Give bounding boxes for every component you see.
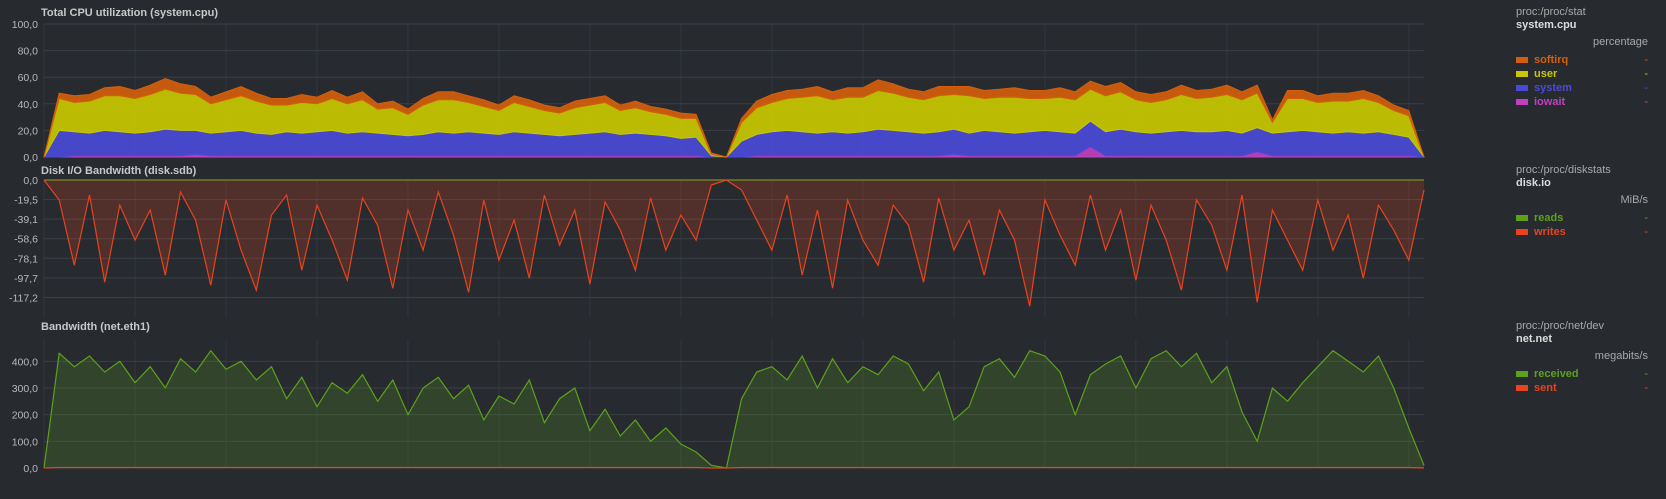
y-tick-label: 200,0: [12, 410, 38, 422]
legend-swatch: [1516, 371, 1528, 377]
legend-context: net.net: [1516, 333, 1553, 345]
y-tick-label: -117,2: [9, 292, 38, 304]
y-tick-label: 300,0: [12, 383, 38, 395]
y-tick-label: 0,0: [23, 463, 38, 475]
legend-swatch: [1516, 71, 1528, 77]
y-tick-label: 20,0: [18, 125, 39, 137]
y-tick-label: 40,0: [18, 99, 39, 111]
legend-value: -: [1644, 96, 1648, 108]
legend-value: -: [1644, 212, 1648, 224]
series-line-sent: [43, 466, 1425, 469]
legend-item-sent[interactable]: sent -: [1516, 381, 1648, 395]
legend-swatch: [1516, 229, 1528, 235]
legend-label: iowait: [1534, 96, 1566, 108]
legend-item-user[interactable]: user -: [1516, 67, 1648, 81]
legend-label: received: [1534, 368, 1579, 380]
legend-rows: received - sent -: [1516, 367, 1648, 395]
legend-swatch: [1516, 57, 1528, 63]
legend-source: proc:/proc/net/dev: [1516, 320, 1605, 332]
y-tick-label: -78,1: [14, 253, 38, 265]
chart-title: Bandwidth (net.eth1): [41, 321, 150, 333]
y-tick-label: -97,7: [14, 273, 38, 285]
y-tick-label: 0,0: [23, 175, 38, 187]
legend-item-system[interactable]: system -: [1516, 81, 1648, 95]
legend-label: softirq: [1534, 54, 1569, 66]
charts-canvas: Total CPU utilization (system.cpu) 0,0 20,…: [9, 7, 1426, 475]
y-tick-label: -19,5: [14, 195, 38, 207]
disk-legend: proc:/proc/diskstats disk.io MiB/s reads…: [1516, 164, 1648, 239]
legend-label: system: [1534, 82, 1572, 94]
legend-swatch: [1516, 99, 1528, 105]
legend-item-reads[interactable]: reads -: [1516, 211, 1648, 225]
dashboard: Total CPU utilization (system.cpu) 0,0 20,…: [0, 0, 1666, 499]
y-tick-label: 0,0: [23, 152, 38, 164]
legend-units: megabits/s: [1594, 350, 1648, 362]
legend-item-iowait[interactable]: iowait -: [1516, 95, 1648, 109]
legend-value: -: [1644, 54, 1648, 66]
y-tick-label: -58,6: [14, 234, 38, 246]
chart-title: Total CPU utilization (system.cpu): [41, 7, 218, 19]
legend-rows: reads - writes -: [1516, 211, 1648, 239]
legend-value: -: [1644, 382, 1648, 394]
y-tick-label: 80,0: [18, 46, 39, 58]
cpu-legend: proc:/proc/stat system.cpu percentage so…: [1516, 6, 1648, 109]
legend-label: writes: [1534, 226, 1566, 238]
y-tick-label: -39,1: [14, 214, 38, 226]
legend-label: sent: [1534, 382, 1557, 394]
legend-label: user: [1534, 68, 1558, 80]
legend-swatch: [1516, 85, 1528, 91]
legend-item-received[interactable]: received -: [1516, 367, 1648, 381]
legend-value: -: [1644, 226, 1648, 238]
legend-units: MiB/s: [1620, 194, 1649, 206]
legend-source: proc:/proc/diskstats: [1516, 164, 1611, 176]
y-tick-label: 60,0: [18, 72, 39, 84]
y-tick-label: 100,0: [12, 19, 38, 31]
legend-swatch: [1516, 385, 1528, 391]
legend-item-writes[interactable]: writes -: [1516, 225, 1648, 239]
y-tick-label: 400,0: [12, 356, 38, 368]
net-legend: proc:/proc/net/dev net.net megabits/s re…: [1516, 320, 1648, 395]
series-area-received: [44, 350, 1424, 468]
series-area-writes: [44, 180, 1424, 307]
legend-item-softirq[interactable]: softirq -: [1516, 53, 1648, 67]
legend-source: proc:/proc/stat: [1516, 6, 1586, 18]
legend-context: disk.io: [1516, 177, 1551, 189]
legend-value: -: [1644, 368, 1648, 380]
legend-value: -: [1644, 68, 1648, 80]
chart-title: Disk I/O Bandwidth (disk.sdb): [41, 165, 197, 177]
y-tick-label: 100,0: [12, 436, 38, 448]
legend-value: -: [1644, 82, 1648, 94]
legend-context: system.cpu: [1516, 19, 1577, 31]
legend-swatch: [1516, 215, 1528, 221]
legend-rows: softirq - user - system - iowait -: [1516, 53, 1648, 109]
legend-label: reads: [1534, 212, 1564, 224]
legend-units: percentage: [1592, 36, 1648, 48]
